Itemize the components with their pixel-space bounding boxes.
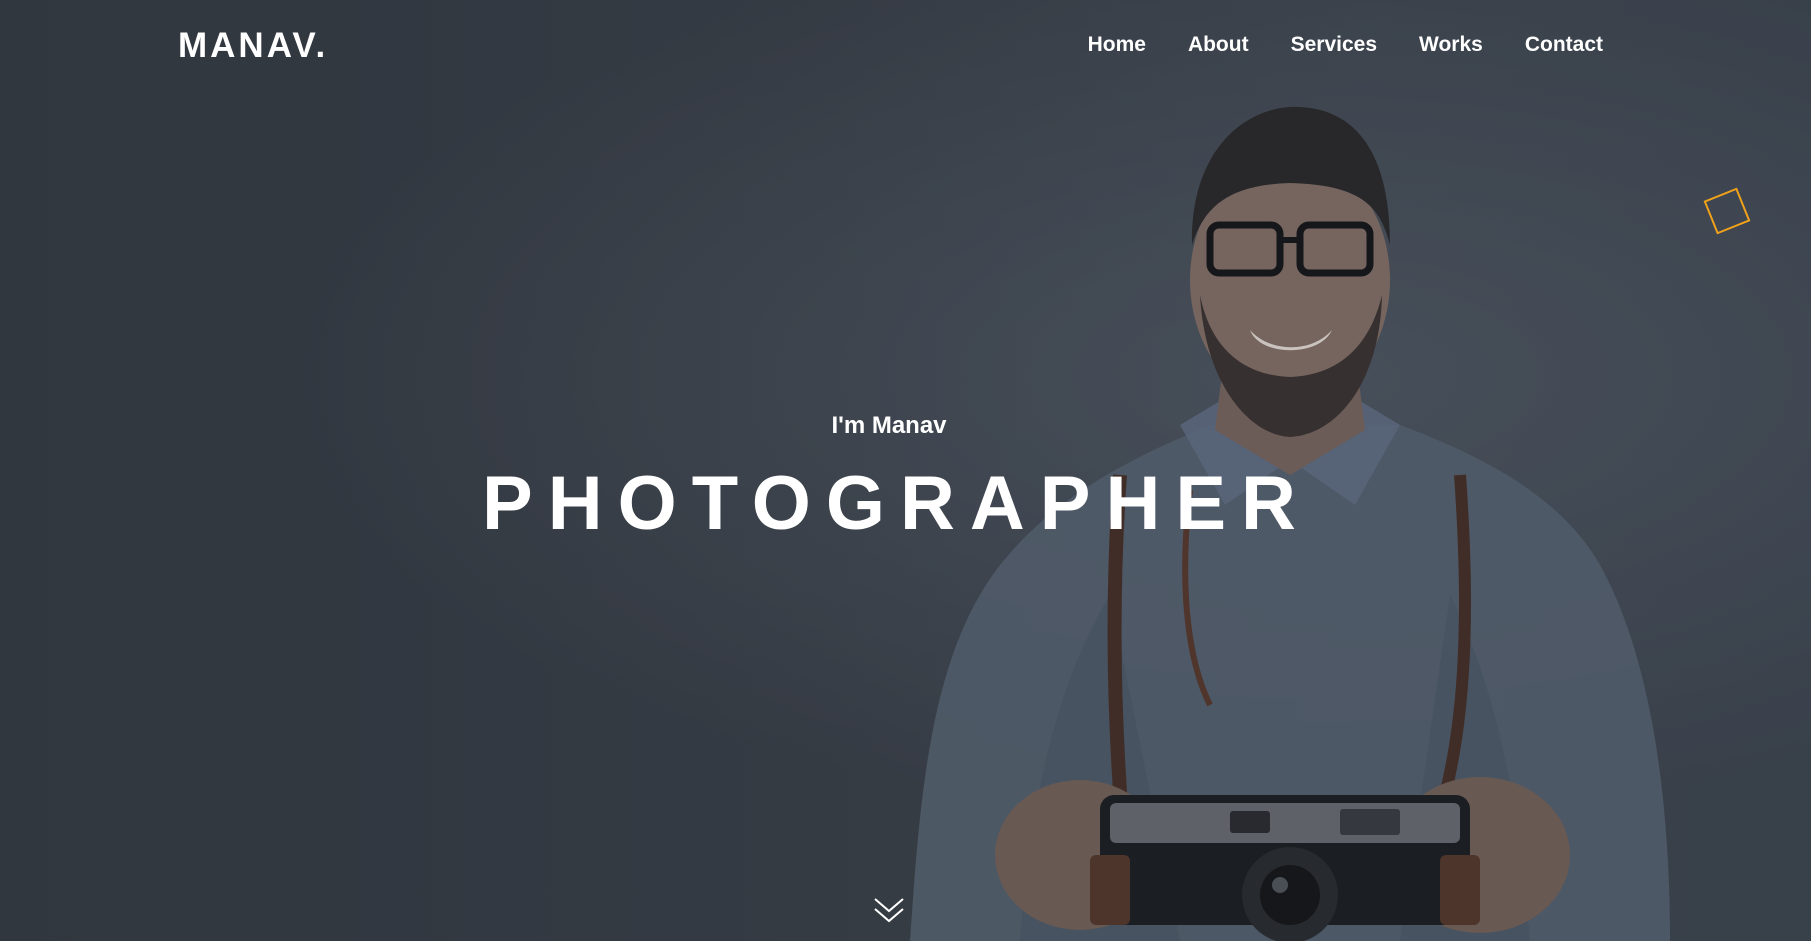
nav-contact-link[interactable]: Contact [1525,31,1603,59]
chevron-double-down-icon[interactable] [871,893,907,929]
main-nav: Home About Services Works Contact [1088,31,1603,59]
brand-logo[interactable]: MANAV. [178,24,328,68]
nav-about-link[interactable]: About [1188,31,1249,59]
hero-headline: PHOTOGRAPHER [482,461,1311,546]
nav-home-link[interactable]: Home [1088,31,1146,59]
outlined-square-icon [1703,187,1751,235]
hero-section: MANAV. Home About Services Works Contact… [0,0,1811,941]
nav-works-link[interactable]: Works [1419,31,1483,59]
nav-services-link[interactable]: Services [1291,31,1377,59]
hero-intro: I'm Manav [831,412,947,439]
